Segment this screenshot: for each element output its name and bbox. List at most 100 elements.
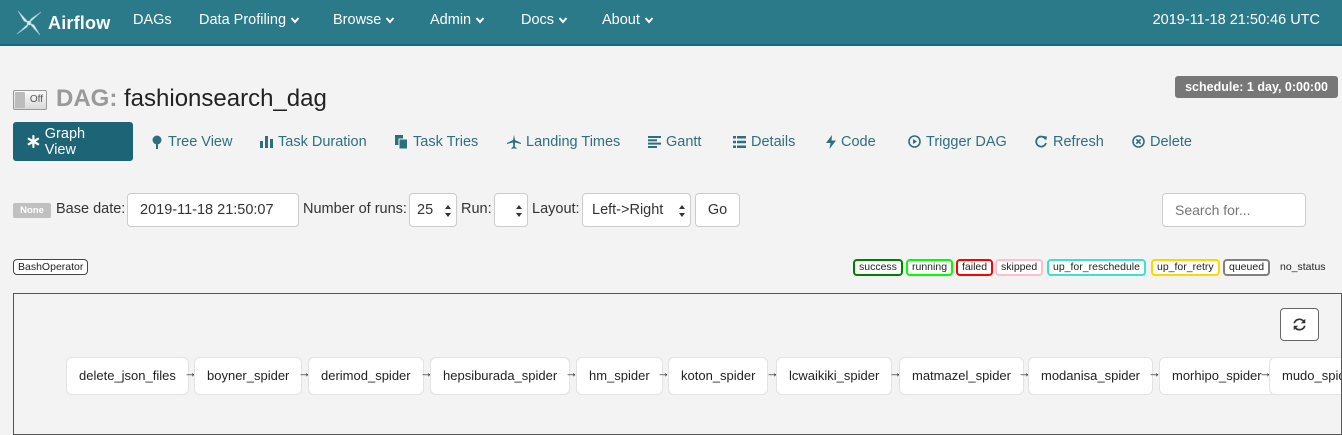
nav-docs[interactable]: Docs bbox=[521, 12, 568, 28]
tab-gantt[interactable]: Gantt bbox=[648, 122, 701, 161]
brand-link[interactable]: Airflow bbox=[14, 6, 110, 40]
tab-refresh[interactable]: Refresh bbox=[1035, 122, 1104, 161]
run-label: Run: bbox=[461, 201, 492, 217]
run-select[interactable] bbox=[494, 193, 528, 227]
num-runs-label: Number of runs: bbox=[303, 201, 407, 217]
airflow-logo-icon bbox=[16, 10, 42, 36]
nav-about-label: About bbox=[602, 12, 640, 28]
nav-data-profiling-label: Data Profiling bbox=[199, 12, 287, 28]
align-left-icon bbox=[648, 135, 661, 148]
nav-admin[interactable]: Admin bbox=[430, 12, 485, 28]
list-icon bbox=[733, 135, 746, 148]
nav-admin-label: Admin bbox=[430, 12, 472, 28]
play-circle-icon bbox=[908, 135, 921, 148]
tab-delete-label: Delete bbox=[1150, 133, 1192, 150]
go-button-label: Go bbox=[707, 202, 728, 218]
flash-icon bbox=[826, 134, 836, 149]
task-node[interactable]: mudo_spider bbox=[1270, 358, 1341, 394]
search-input[interactable] bbox=[1162, 193, 1306, 227]
tab-task-tries-label: Task Tries bbox=[413, 133, 479, 150]
page-title: DAG: fashionsearch_dag bbox=[56, 85, 327, 113]
base-date-input[interactable]: 2019-11-18 21:50:07 bbox=[127, 193, 299, 227]
plane-icon bbox=[507, 134, 521, 149]
tree-icon bbox=[152, 135, 162, 149]
chevron-down-icon bbox=[644, 17, 654, 24]
state-legend-queued: queued bbox=[1223, 259, 1271, 276]
task-node[interactable]: delete_json_files bbox=[67, 358, 188, 394]
operator-legend-badge: BashOperator bbox=[13, 259, 89, 275]
task-node[interactable]: modanisa_spider bbox=[1029, 358, 1153, 394]
tab-task-duration[interactable]: Task Duration bbox=[260, 122, 367, 161]
num-runs-value: 25 bbox=[417, 202, 434, 218]
remove-circle-icon bbox=[1132, 135, 1145, 148]
task-node[interactable]: hm_spider bbox=[577, 358, 662, 394]
state-legend-up-for-retry: up_for_retry bbox=[1151, 259, 1220, 276]
dag-title-name: fashionsearch_dag bbox=[124, 85, 327, 112]
state-legend-running: running bbox=[906, 259, 954, 276]
base-date-value: 2019-11-18 21:50:07 bbox=[140, 202, 274, 218]
dag-graph-canvas[interactable]: delete_json_files → boyner_spider → deri… bbox=[13, 293, 1342, 435]
tab-trigger-dag-label: Trigger DAG bbox=[926, 133, 1007, 150]
state-legend-skipped: skipped bbox=[995, 259, 1044, 276]
nav-data-profiling[interactable]: Data Profiling bbox=[199, 12, 300, 28]
task-node[interactable]: boyner_spider bbox=[195, 358, 302, 394]
tab-details-label: Details bbox=[751, 133, 796, 150]
task-node[interactable]: matmazel_spider bbox=[900, 358, 1023, 394]
go-button[interactable]: Go bbox=[695, 193, 740, 227]
tab-graph-view[interactable]: Graph View bbox=[13, 122, 133, 161]
tab-trigger-dag[interactable]: Trigger DAG bbox=[908, 122, 1007, 161]
base-date-label: Base date: bbox=[56, 201, 126, 217]
server-time: 2019-11-18 21:50:46 UTC bbox=[1152, 12, 1320, 28]
select-arrows-icon bbox=[679, 205, 685, 217]
tab-gantt-label: Gantt bbox=[666, 133, 702, 150]
dag-title-prefix: DAG: bbox=[56, 85, 118, 112]
navbar: Airflow DAGs Data Profiling Browse Admin… bbox=[0, 0, 1342, 46]
layout-select[interactable]: Left->Right bbox=[582, 193, 691, 227]
state-legend-success: success bbox=[853, 259, 903, 276]
task-node[interactable]: koton_spider bbox=[669, 358, 768, 394]
refresh-icon bbox=[1293, 318, 1306, 331]
state-legend-failed: failed bbox=[956, 259, 994, 276]
tab-landing-times[interactable]: Landing Times bbox=[507, 122, 620, 161]
tab-landing-times-label: Landing Times bbox=[526, 133, 621, 150]
duplicate-icon bbox=[395, 134, 408, 149]
dag-pause-toggle[interactable]: Off bbox=[13, 90, 47, 110]
num-runs-select[interactable]: 25 bbox=[409, 193, 457, 227]
state-legend-no-status: no_status bbox=[1280, 261, 1326, 273]
schedule-badge: schedule: 1 day, 0:00:00 bbox=[1175, 76, 1338, 98]
tab-graph-view-label: Graph View bbox=[44, 125, 86, 158]
tab-tree-view[interactable]: Tree View bbox=[151, 122, 232, 161]
layout-label: Layout: bbox=[532, 201, 580, 217]
chevron-down-icon bbox=[386, 17, 395, 24]
nav-browse[interactable]: Browse bbox=[333, 12, 395, 28]
task-node[interactable]: morhipo_spider bbox=[1160, 358, 1274, 394]
tab-details[interactable]: Details bbox=[733, 122, 795, 161]
nav-docs-label: Docs bbox=[521, 12, 555, 28]
select-arrows-icon bbox=[516, 205, 522, 217]
nav-dags[interactable]: DAGs bbox=[133, 12, 172, 28]
chevron-down-icon bbox=[475, 17, 485, 24]
tab-task-duration-label: Task Duration bbox=[278, 133, 367, 150]
layout-value: Left->Right bbox=[592, 202, 664, 218]
tab-delete[interactable]: Delete bbox=[1132, 122, 1192, 161]
chevron-down-icon bbox=[290, 17, 300, 24]
nav-dags-label: DAGs bbox=[133, 12, 172, 28]
nav-browse-label: Browse bbox=[333, 12, 382, 28]
refresh-icon bbox=[1035, 135, 1047, 148]
graph-refresh-button[interactable] bbox=[1280, 308, 1319, 341]
task-node[interactable]: hepsiburada_spider bbox=[431, 358, 570, 394]
tab-task-tries[interactable]: Task Tries bbox=[395, 122, 478, 161]
dag-state-badge: None bbox=[13, 203, 51, 218]
brand-name: Airflow bbox=[48, 12, 111, 33]
bar-chart-icon bbox=[260, 136, 273, 148]
state-legend-up-for-reschedule: up_for_reschedule bbox=[1047, 259, 1146, 276]
task-node[interactable]: lcwaikiki_spider bbox=[777, 358, 892, 394]
tab-code-label: Code bbox=[841, 133, 876, 150]
task-node[interactable]: derimod_spider bbox=[309, 358, 423, 394]
asterisk-icon bbox=[27, 135, 40, 148]
nav-about[interactable]: About bbox=[602, 12, 654, 28]
tab-tree-view-label: Tree View bbox=[168, 133, 233, 150]
chevron-down-icon bbox=[558, 17, 568, 24]
tab-code[interactable]: Code bbox=[826, 122, 876, 161]
select-arrows-icon bbox=[445, 205, 451, 217]
